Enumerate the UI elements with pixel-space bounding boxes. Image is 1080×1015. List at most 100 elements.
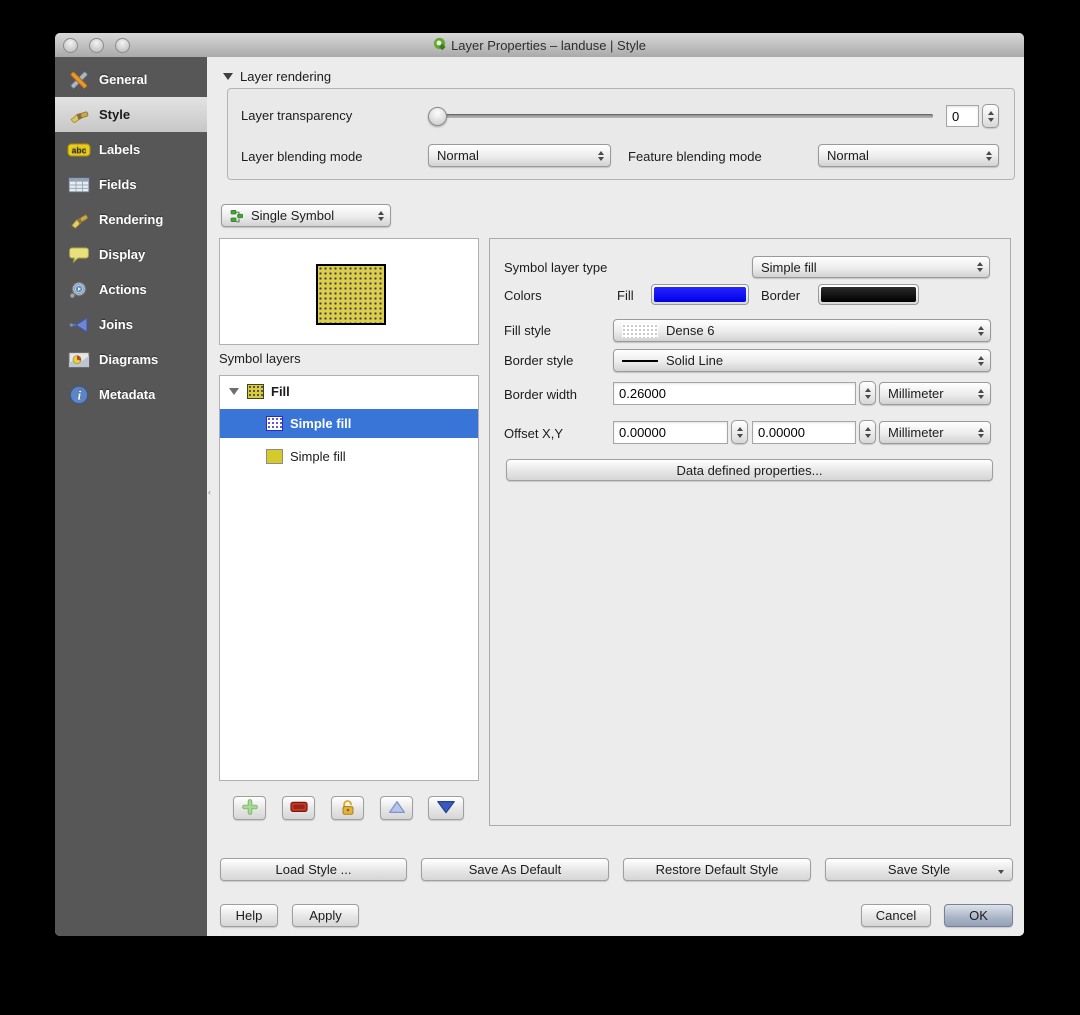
layer-rendering-header[interactable]: Layer rendering — [223, 69, 331, 84]
simple-fill-swatch-yellow — [266, 448, 283, 464]
border-width-label: Border width — [504, 387, 577, 402]
select-arrows-icon — [978, 388, 984, 399]
sidebar-item-label: Labels — [99, 142, 141, 157]
save-as-default-label: Save As Default — [468, 862, 562, 877]
panel-resize-handle[interactable]: ‹ — [208, 487, 211, 497]
dense6-pattern-icon — [622, 323, 658, 338]
renderer-select[interactable]: Single Symbol — [221, 204, 391, 227]
labels-icon: abc — [67, 139, 91, 161]
symbol-layer-type-value: Simple fill — [761, 259, 817, 275]
ok-label: OK — [969, 908, 988, 923]
tree-expand-icon[interactable] — [229, 388, 239, 395]
move-layer-down-button[interactable] — [428, 796, 464, 820]
layer-transparency-slider[interactable] — [429, 114, 933, 118]
data-defined-properties-button[interactable]: Data defined properties... — [506, 459, 993, 481]
sidebar-item-joins[interactable]: Joins — [55, 307, 207, 342]
fill-color-chip — [654, 287, 746, 302]
symbol-layer-properties-panel: Symbol layer type Simple fill Colors Fil… — [489, 238, 1011, 826]
offset-y-stepper[interactable] — [859, 420, 876, 444]
sidebar-item-diagrams[interactable]: Diagrams — [55, 342, 207, 377]
solid-line-icon — [622, 359, 658, 362]
layer-transparency-label: Layer transparency — [241, 108, 353, 123]
symbol-layers-label: Symbol layers — [219, 351, 301, 366]
offset-unit-select[interactable]: Millimeter — [879, 421, 991, 444]
fill-color-button[interactable] — [651, 284, 749, 305]
border-color-chip — [821, 287, 916, 302]
sidebar-item-actions[interactable]: Actions — [55, 272, 207, 307]
feature-blending-mode-select[interactable]: Normal — [818, 144, 999, 167]
sidebar-item-label: Fields — [99, 177, 137, 192]
colors-label: Colors — [504, 288, 542, 303]
fields-icon — [67, 174, 91, 196]
border-width-input[interactable] — [613, 382, 856, 405]
select-arrows-icon — [978, 427, 984, 438]
lock-open-icon — [339, 798, 357, 819]
border-width-stepper[interactable] — [859, 381, 876, 405]
arrow-up-icon — [388, 800, 406, 817]
cancel-button[interactable]: Cancel — [861, 904, 931, 927]
sidebar-item-fields[interactable]: Fields — [55, 167, 207, 202]
save-style-button[interactable]: Save Style — [825, 858, 1013, 881]
tree-row-label: Simple fill — [290, 416, 352, 431]
title-bar[interactable]: Layer Properties – landuse | Style — [55, 33, 1024, 58]
tree-row-fill[interactable]: Fill — [220, 378, 478, 405]
help-button[interactable]: Help — [220, 904, 278, 927]
tree-row-label: Fill — [271, 384, 290, 399]
remove-symbol-layer-button[interactable] — [282, 796, 315, 820]
symbol-preview — [316, 264, 386, 325]
layer-transparency-stepper[interactable] — [982, 104, 999, 128]
apply-label: Apply — [309, 908, 342, 923]
sidebar-item-label: Actions — [99, 282, 147, 297]
fill-symbol-swatch — [247, 384, 264, 399]
tree-row-simple-fill-2[interactable]: Simple fill — [220, 442, 478, 470]
move-layer-up-button[interactable] — [380, 796, 413, 820]
sidebar-item-rendering[interactable]: Rendering — [55, 202, 207, 237]
border-color-button[interactable] — [818, 284, 919, 305]
cancel-label: Cancel — [875, 908, 917, 923]
sidebar-item-labels[interactable]: abc Labels — [55, 132, 207, 167]
save-style-label: Save Style — [887, 862, 951, 877]
symbol-layer-type-label: Symbol layer type — [504, 260, 608, 275]
sidebar-item-metadata[interactable]: i Metadata — [55, 377, 207, 412]
offset-y-input[interactable] — [752, 421, 856, 444]
sidebar-item-display[interactable]: Display — [55, 237, 207, 272]
svg-text:abc: abc — [72, 145, 87, 155]
plus-icon — [241, 798, 258, 818]
select-arrows-icon — [598, 150, 604, 161]
layer-blending-mode-value: Normal — [437, 148, 479, 163]
select-arrows-icon — [378, 210, 384, 221]
offset-unit-value: Millimeter — [888, 425, 944, 440]
sidebar-item-style[interactable]: Style — [55, 97, 207, 132]
symbol-layer-type-select[interactable]: Simple fill — [752, 256, 990, 278]
layer-blending-mode-label: Layer blending mode — [241, 149, 363, 164]
offset-x-input[interactable] — [613, 421, 728, 444]
fill-label: Fill — [617, 288, 634, 303]
load-style-button[interactable]: Load Style ... — [220, 858, 407, 881]
layer-transparency-input[interactable] — [946, 105, 979, 127]
collapse-arrow-icon[interactable] — [223, 73, 233, 80]
select-arrows-icon — [977, 262, 983, 272]
layer-transparency-slider-handle[interactable] — [428, 107, 447, 126]
tree-row-simple-fill-1[interactable]: Simple fill — [220, 409, 478, 438]
sidebar: General Style abc Labels Fields Renderin… — [55, 57, 207, 936]
border-style-select[interactable]: Solid Line — [613, 349, 991, 372]
save-as-default-button[interactable]: Save As Default — [421, 858, 609, 881]
apply-button[interactable]: Apply — [292, 904, 359, 927]
restore-default-style-button[interactable]: Restore Default Style — [623, 858, 811, 881]
style-page: Layer rendering Layer transparency Layer… — [207, 57, 1024, 936]
sidebar-item-label: Style — [99, 107, 131, 122]
sidebar-item-label: Metadata — [99, 387, 156, 402]
add-symbol-layer-button[interactable] — [233, 796, 266, 820]
tree-row-label: Simple fill — [290, 448, 346, 464]
border-width-unit-select[interactable]: Millimeter — [879, 382, 991, 405]
sidebar-item-general[interactable]: General — [55, 62, 207, 97]
fill-style-select[interactable]: Dense 6 — [613, 319, 991, 342]
ok-button[interactable]: OK — [944, 904, 1013, 927]
offset-x-stepper[interactable] — [731, 420, 748, 444]
metadata-icon: i — [67, 384, 91, 406]
layer-blending-mode-select[interactable]: Normal — [428, 144, 611, 167]
feature-blending-mode-label: Feature blending mode — [628, 149, 762, 164]
layer-rendering-title: Layer rendering — [240, 69, 332, 84]
lock-symbol-layer-button[interactable] — [331, 796, 364, 820]
sidebar-item-label: Joins — [99, 317, 133, 332]
